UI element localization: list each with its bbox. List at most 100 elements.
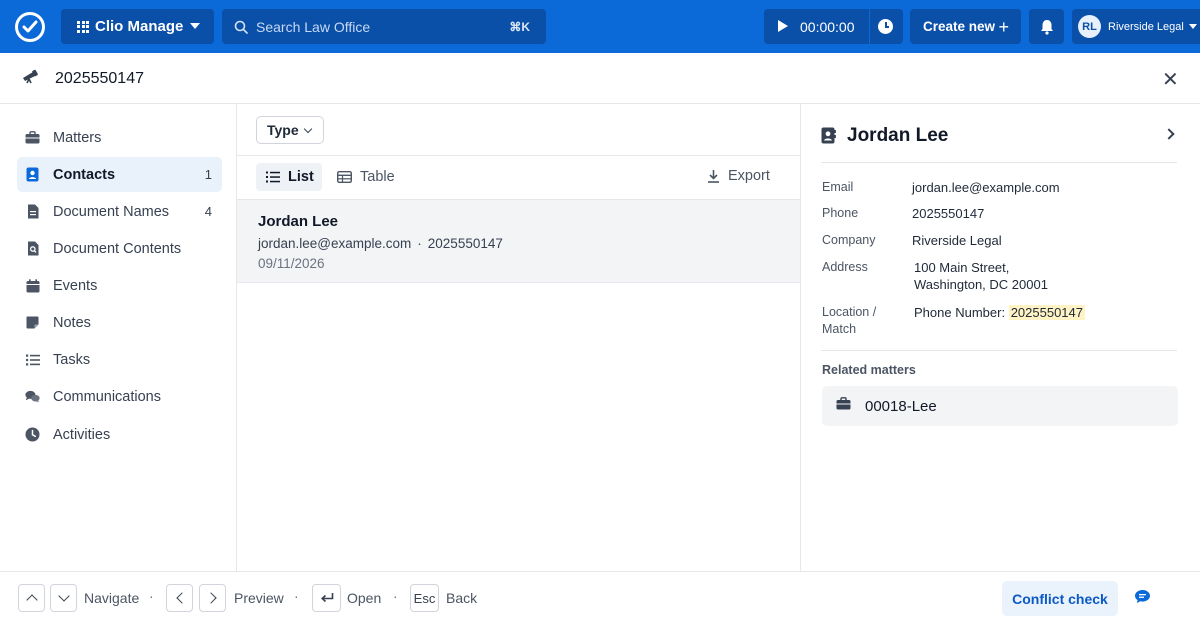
nav-item-label: Notes	[53, 314, 91, 331]
match-value: Phone Number: 2025550147	[914, 304, 1085, 321]
document-search-icon	[25, 241, 40, 256]
download-icon	[707, 169, 720, 183]
type-filter-dropdown[interactable]: Type	[256, 116, 324, 144]
contact-date: 09/11/2026	[258, 256, 325, 271]
play-icon[interactable]	[778, 20, 788, 32]
chevron-left-icon	[175, 592, 188, 604]
back-hint: Back	[446, 590, 478, 606]
global-search-input[interactable]: Search Law Office ⌘K	[222, 9, 546, 44]
clio-logo-icon[interactable]	[15, 12, 45, 42]
app-grid-icon	[77, 20, 89, 33]
caret-down-icon	[190, 23, 200, 29]
nav-item-notes[interactable]: Notes	[17, 305, 222, 340]
related-matters-title: Related matters	[822, 363, 916, 377]
result-count-badge: 4	[204, 204, 212, 219]
chat-icon[interactable]	[1134, 589, 1151, 609]
separator-dot: ·	[294, 588, 299, 604]
list-view-button[interactable]: List	[256, 163, 322, 191]
arrow-up-key[interactable]	[18, 584, 45, 612]
close-icon[interactable]: ✕	[1162, 67, 1179, 92]
search-query: 2025550147	[55, 70, 144, 87]
search-shortcut-hint: ⌘K	[509, 19, 530, 34]
divider	[821, 162, 1177, 163]
separator-dot: ·	[149, 588, 154, 604]
briefcase-icon	[25, 130, 40, 145]
arrow-left-key[interactable]	[166, 584, 193, 612]
task-list-icon	[25, 352, 40, 367]
results-pane: Type List Table Export Jordan Lee jordan…	[237, 104, 801, 571]
separator-dot: ·	[417, 236, 422, 251]
related-matter-item[interactable]: 00018-Lee	[822, 386, 1178, 426]
nav-item-label: Activities	[53, 426, 111, 443]
table-view-button[interactable]: Table	[327, 163, 407, 191]
nav-item-document-names[interactable]: Document Names 4	[17, 194, 222, 229]
list-item[interactable]: Jordan Lee jordan.lee@example.com · 202555…	[237, 199, 800, 283]
contact-detail-name[interactable]: Jordan Lee	[847, 125, 948, 147]
chevron-down-icon	[303, 124, 312, 133]
user-name: Riverside Legal	[1108, 20, 1184, 33]
type-filter-label: Type	[267, 122, 299, 138]
contact-email: jordan.lee@example.com	[258, 236, 412, 251]
plus-icon: +	[998, 17, 1009, 37]
nav-item-tasks[interactable]: Tasks	[17, 342, 222, 377]
chat-bubbles-icon	[25, 389, 40, 404]
arrow-right-key[interactable]	[199, 584, 226, 612]
email-label: Email	[822, 180, 854, 194]
avatar: RL	[1078, 15, 1101, 38]
create-new-label: Create new	[923, 19, 996, 34]
nav-item-label: Contacts	[53, 166, 116, 183]
enter-key[interactable]	[312, 584, 341, 612]
document-icon	[25, 204, 40, 219]
note-icon	[25, 315, 40, 330]
preview-hint: Preview	[234, 590, 284, 606]
app-name: Clio Manage	[95, 18, 184, 35]
calendar-icon	[25, 278, 40, 293]
open-hint: Open	[347, 590, 382, 606]
email-value: jordan.lee@example.com	[912, 180, 1060, 195]
separator-dot: ·	[393, 588, 398, 604]
clock-icon	[25, 427, 40, 442]
address-line-2: Washington, DC 20001	[914, 277, 1048, 292]
divider	[821, 350, 1177, 351]
nav-item-matters[interactable]: Matters	[17, 120, 222, 155]
notifications-button[interactable]	[1029, 9, 1064, 44]
nav-item-communications[interactable]: Communications	[17, 379, 222, 414]
nav-item-activities[interactable]: Activities	[17, 417, 222, 452]
search-results-header: 2025550147 ✕	[0, 53, 1200, 104]
navigate-hint: Navigate	[84, 590, 140, 606]
contact-phone: 2025550147	[427, 236, 503, 251]
user-menu-button[interactable]: RL Riverside Legal	[1072, 9, 1200, 44]
clock-icon[interactable]	[878, 19, 893, 34]
nav-item-events[interactable]: Events	[17, 268, 222, 303]
app-switcher-button[interactable]: Clio Manage	[61, 9, 214, 44]
bell-icon	[1040, 19, 1053, 35]
table-icon	[337, 171, 352, 183]
contact-card-icon	[25, 167, 40, 182]
briefcase-icon	[836, 397, 851, 415]
contact-card-icon	[821, 127, 836, 149]
nav-item-contacts[interactable]: Contacts 1	[17, 157, 222, 192]
nav-item-document-contents[interactable]: Document Contents	[17, 231, 222, 266]
export-label: Export	[728, 168, 770, 184]
create-new-button[interactable]: Create new +	[910, 9, 1021, 44]
match-prefix: Phone Number:	[914, 305, 1006, 320]
nav-item-label: Events	[53, 277, 98, 294]
address-label: Address	[822, 260, 868, 274]
contact-meta: jordan.lee@example.com · 2025550147	[258, 236, 503, 251]
list-icon	[266, 171, 280, 183]
enter-icon	[320, 593, 333, 603]
match-label-line-1: Location /	[822, 305, 877, 319]
conflict-check-button[interactable]: Conflict check	[1002, 581, 1118, 616]
escape-key[interactable]: Esc	[410, 584, 439, 612]
timer-readout[interactable]: 00:00:00	[800, 19, 855, 35]
table-view-label: Table	[360, 169, 395, 185]
nav-item-label: Communications	[53, 388, 161, 405]
chevron-right-icon	[204, 592, 217, 604]
contact-detail-panel: Jordan Lee Email jordan.lee@example.com …	[801, 104, 1200, 571]
search-icon	[234, 20, 248, 34]
arrow-down-key[interactable]	[50, 584, 77, 612]
export-button[interactable]: Export	[707, 168, 770, 184]
chevron-right-icon[interactable]	[1163, 128, 1175, 140]
search-placeholder: Search Law Office	[256, 18, 371, 35]
timer-widget: 00:00:00	[764, 9, 903, 44]
